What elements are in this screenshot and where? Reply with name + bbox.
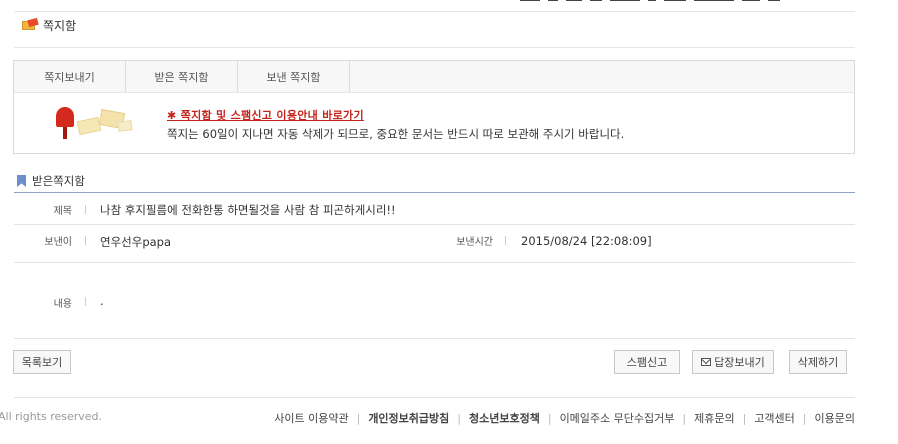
footer-separator: | bbox=[742, 411, 747, 425]
footer-separator: | bbox=[356, 411, 361, 425]
footer-link-privacy[interactable]: 개인정보취급방침 bbox=[368, 410, 449, 426]
sent-time-label: 보낸시간 bbox=[456, 237, 493, 248]
top-nav-remnant bbox=[520, 0, 860, 4]
spam-report-button[interactable]: 스팸신고 bbox=[614, 350, 680, 374]
field-separator bbox=[505, 236, 506, 245]
sender-label: 보낸이 bbox=[44, 237, 72, 248]
message-subject: 나참 후지필름에 전화한통 하면될것을 사람 참 피곤하게시리!! bbox=[100, 203, 396, 217]
section-divider bbox=[14, 192, 855, 193]
list-button[interactable]: 목록보기 bbox=[13, 350, 71, 374]
top-divider bbox=[14, 11, 855, 12]
mailbox-icon bbox=[54, 105, 144, 145]
message-content: . bbox=[100, 294, 104, 308]
footer-link-youth-policy[interactable]: 청소년보호정책 bbox=[469, 410, 540, 426]
field-separator bbox=[85, 297, 86, 306]
row-divider bbox=[14, 262, 855, 263]
tab-send-message[interactable]: 쪽지보내기 bbox=[14, 61, 126, 92]
footer-separator: | bbox=[457, 411, 461, 425]
message-sent-time: 2015/08/24 [22:08:09] bbox=[521, 234, 652, 248]
footer-links: 사이트 이용약관 | 개인정보취급방침 | 청소년보호정책 | 이메일주소 무단… bbox=[274, 410, 855, 426]
footer-link-partnership[interactable]: 제휴문의 bbox=[694, 410, 734, 426]
delete-button[interactable]: 삭제하기 bbox=[789, 350, 847, 374]
field-separator bbox=[85, 205, 86, 214]
message-sender[interactable]: 연우선우papa bbox=[100, 234, 171, 250]
notice-text: 쪽지는 60일이 지나면 자동 삭제가 되므로, 중요한 문서는 반드시 따로 … bbox=[167, 127, 625, 141]
footer-separator: | bbox=[547, 411, 552, 425]
copyright-text: All rights reserved. bbox=[0, 410, 103, 423]
tab-sent[interactable]: 보낸 쪽지함 bbox=[238, 61, 350, 92]
notice-box: ✱ 쪽지함 및 스팸신고 이용안내 바로가기 쪽지는 60일이 지나면 자동 삭… bbox=[13, 92, 855, 154]
header-divider bbox=[14, 47, 855, 48]
message-tabs: 쪽지보내기 받은 쪽지함 보낸 쪽지함 bbox=[13, 60, 855, 93]
page-header: 쪽지함 bbox=[22, 16, 76, 34]
subject-label: 제목 bbox=[53, 206, 72, 217]
envelope-icon bbox=[22, 17, 39, 31]
tab-inbox[interactable]: 받은 쪽지함 bbox=[126, 61, 238, 92]
guide-link[interactable]: ✱ 쪽지함 및 스팸신고 이용안내 바로가기 bbox=[167, 107, 364, 123]
section-title: 받은쪽지함 bbox=[32, 174, 85, 188]
bookmark-icon bbox=[17, 175, 26, 187]
reply-button[interactable]: 답장보내기 bbox=[692, 350, 774, 374]
page-title: 쪽지함 bbox=[43, 18, 77, 33]
field-separator bbox=[85, 236, 86, 245]
footer-link-customer-center[interactable]: 고객센터 bbox=[754, 410, 794, 426]
inbox-section-header: 받은쪽지함 bbox=[17, 172, 85, 190]
footer-link-terms[interactable]: 사이트 이용약관 bbox=[274, 410, 348, 426]
footer-divider bbox=[14, 397, 855, 398]
footer-separator: | bbox=[682, 411, 687, 425]
content-label: 내용 bbox=[53, 299, 72, 310]
footer-link-email-policy[interactable]: 이메일주소 무단수집거부 bbox=[560, 410, 675, 426]
reply-button-label: 답장보내기 bbox=[714, 356, 765, 369]
content-divider bbox=[14, 338, 855, 339]
mail-icon bbox=[701, 358, 712, 366]
footer-link-inquiry[interactable]: 이용문의 bbox=[815, 410, 855, 426]
row-divider bbox=[14, 224, 855, 225]
footer-separator: | bbox=[802, 411, 807, 425]
